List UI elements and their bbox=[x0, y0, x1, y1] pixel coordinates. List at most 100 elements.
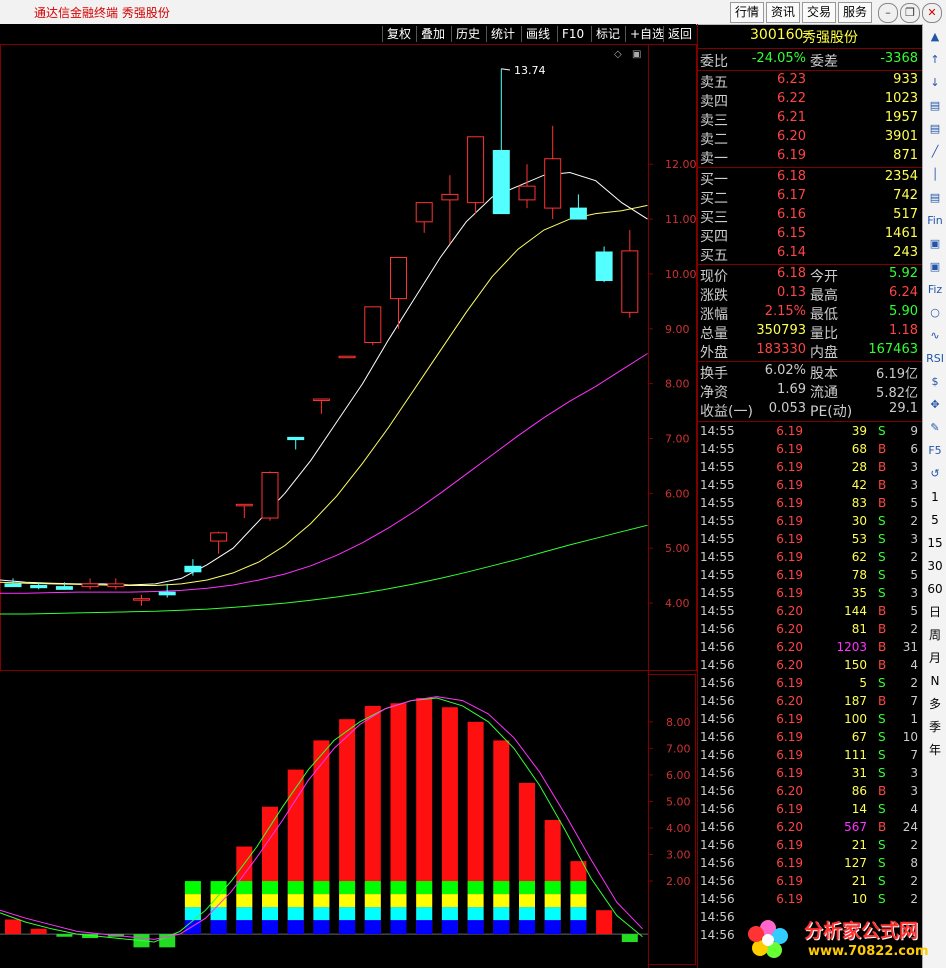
tick-volume: 86 bbox=[851, 784, 867, 798]
tick-price: 6.19 bbox=[776, 712, 803, 726]
side-tool-icon[interactable]: $ bbox=[925, 373, 945, 391]
ask-volume: 1957 bbox=[884, 110, 918, 125]
side-tool-icon[interactable]: RSI bbox=[925, 350, 945, 368]
side-tool-icon[interactable]: 日 bbox=[925, 603, 945, 621]
info-label: 股本 bbox=[810, 366, 838, 382]
tick-direction: B bbox=[878, 442, 887, 456]
side-tool-icon[interactable]: ↑ bbox=[925, 51, 945, 69]
macd-bar bbox=[621, 934, 638, 943]
side-tool-icon[interactable]: F5 bbox=[925, 442, 945, 460]
macd-tick-label: 5.00 bbox=[666, 795, 691, 808]
tick-price: 6.19 bbox=[776, 496, 803, 510]
macd-bar-band bbox=[441, 920, 458, 935]
tick-price: 6.19 bbox=[776, 550, 803, 564]
tick-count: 31 bbox=[902, 640, 918, 654]
ask-label: 卖五 bbox=[700, 75, 728, 91]
side-tool-icon[interactable]: 30 bbox=[925, 557, 945, 575]
info-label: 净资 bbox=[700, 385, 728, 401]
tick-volume: 14 bbox=[851, 802, 867, 816]
candle-body bbox=[467, 136, 485, 204]
side-tool-icon[interactable]: ▣ bbox=[925, 235, 945, 253]
side-tool-icon[interactable]: │ bbox=[925, 166, 945, 184]
stat-label: 量比 bbox=[810, 326, 838, 342]
macd-bar-band bbox=[390, 894, 407, 908]
tick-count: 8 bbox=[910, 856, 918, 870]
side-tool-icon[interactable]: 季 bbox=[925, 718, 945, 736]
tick-price: 6.20 bbox=[776, 658, 803, 672]
side-tool-icon[interactable]: 周 bbox=[925, 626, 945, 644]
side-tool-icon[interactable]: ▤ bbox=[925, 120, 945, 138]
price-tick-label: 4.00 bbox=[665, 597, 690, 610]
price-tick-label: 6.00 bbox=[665, 487, 690, 500]
tick-count: 2 bbox=[910, 874, 918, 888]
tick-direction: S bbox=[878, 892, 886, 906]
macd-tick-label: 8.00 bbox=[666, 716, 691, 729]
candle-body bbox=[55, 586, 73, 590]
side-tool-icon[interactable]: ✎ bbox=[925, 419, 945, 437]
side-tool-icon[interactable]: ∿ bbox=[925, 327, 945, 345]
side-tool-icon[interactable]: 多 bbox=[925, 695, 945, 713]
price-tick-label: 12.00 bbox=[665, 158, 697, 171]
side-tool-icon[interactable]: ↓ bbox=[925, 74, 945, 92]
info-value: 29.1 bbox=[889, 401, 918, 416]
tick-time: 14:56 bbox=[700, 910, 735, 924]
tick-direction: S bbox=[878, 766, 886, 780]
side-tool-icon[interactable]: ▤ bbox=[925, 189, 945, 207]
macd-bar-band bbox=[390, 881, 407, 895]
chart-area[interactable]: 12.0011.0010.009.008.007.006.005.004.001… bbox=[0, 0, 946, 968]
macd-bar-band bbox=[236, 894, 253, 908]
weibi-value: -24.05% bbox=[751, 51, 806, 66]
tick-volume: 21 bbox=[851, 874, 867, 888]
bid-price: 6.14 bbox=[777, 245, 806, 260]
price-tick-label: 8.00 bbox=[665, 378, 690, 391]
side-tool-icon[interactable]: 1 bbox=[925, 488, 945, 506]
tick-time: 14:55 bbox=[700, 550, 735, 564]
macd-bar-band bbox=[210, 881, 227, 895]
tick-count: 6 bbox=[910, 442, 918, 456]
tick-direction: B bbox=[878, 622, 887, 636]
side-tool-icon[interactable]: N bbox=[925, 672, 945, 690]
side-tool-icon[interactable]: Fin bbox=[925, 212, 945, 230]
candle-body bbox=[235, 503, 253, 507]
stat-value: 1.18 bbox=[889, 323, 918, 338]
tick-time: 14:56 bbox=[700, 694, 735, 708]
candle-body bbox=[107, 583, 125, 588]
stat-value: 5.92 bbox=[889, 266, 918, 281]
stat-value: 6.18 bbox=[777, 266, 806, 281]
side-tool-icon[interactable]: 5 bbox=[925, 511, 945, 529]
side-tool-icon[interactable]: ○ bbox=[925, 304, 945, 322]
tick-direction: B bbox=[878, 496, 887, 510]
info-label: 换手 bbox=[700, 366, 728, 382]
side-tool-icon[interactable]: ↺ bbox=[925, 465, 945, 483]
side-tool-icon[interactable]: ╱ bbox=[925, 143, 945, 161]
weibi-label: 委比 bbox=[700, 54, 728, 70]
side-toolbar: ▲ ↑ ↓ ▤ ▤ ╱ │ ▤ Fin ▣ ▣ Fiz ○ ∿ RSI $ ✥ ✎ F5 ↺ 1 5 15 30 60 日周月 N 多… bbox=[922, 24, 946, 968]
stock-code: 300160 bbox=[750, 27, 804, 43]
stat-label: 外盘 bbox=[700, 345, 728, 361]
macd-bar-band bbox=[467, 881, 484, 895]
side-tool-icon[interactable]: 60 bbox=[925, 580, 945, 598]
side-tool-icon[interactable]: Fiz bbox=[925, 281, 945, 299]
macd-bar-band bbox=[236, 920, 253, 935]
tick-price: 6.19 bbox=[776, 730, 803, 744]
side-tool-icon[interactable]: ✥ bbox=[925, 396, 945, 414]
side-tool-icon[interactable]: ▤ bbox=[925, 97, 945, 115]
side-tool-icon[interactable]: ▲ bbox=[925, 28, 945, 46]
side-tool-icon[interactable]: 15 bbox=[925, 534, 945, 552]
candle-body bbox=[390, 256, 407, 300]
tick-time: 14:56 bbox=[700, 874, 735, 888]
macd-bar-band bbox=[467, 920, 484, 935]
tick-direction: B bbox=[878, 784, 887, 798]
tick-price: 6.19 bbox=[776, 532, 803, 546]
stat-label: 总量 bbox=[700, 326, 728, 342]
macd-bar-band bbox=[544, 881, 561, 895]
tick-direction: S bbox=[878, 730, 886, 744]
side-tool-icon[interactable]: ▣ bbox=[925, 258, 945, 276]
macd-bar-band bbox=[416, 907, 433, 921]
side-tool-icon[interactable]: 月 bbox=[925, 649, 945, 667]
tick-time: 14:56 bbox=[700, 802, 735, 816]
tick-price: 6.19 bbox=[776, 424, 803, 438]
ask-label: 卖一 bbox=[700, 151, 728, 167]
side-tool-icon[interactable]: 年 bbox=[925, 741, 945, 759]
info-value: 1.69 bbox=[777, 382, 806, 397]
